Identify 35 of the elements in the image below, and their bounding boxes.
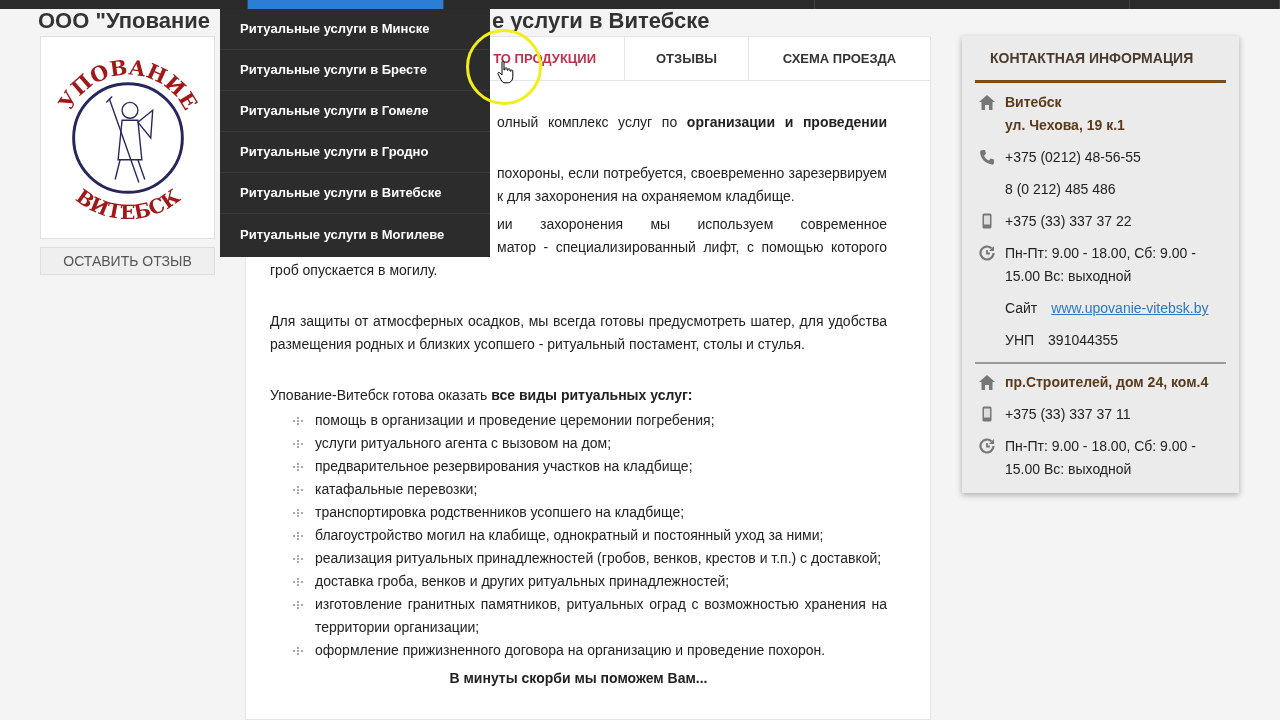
- text-line: похороны, если потребуется, своевременно зарезервируем: [497, 164, 887, 183]
- paragraph: Упование-Витебск готова оказать все виды ритуальных услуг:: [270, 386, 694, 405]
- contact-text: +375 (0212) 48-56-55: [1005, 148, 1141, 167]
- contact-text: +375 (33) 337 37 22: [1005, 212, 1132, 231]
- contact-text: ул. Чехова, 19 к.1: [1005, 116, 1125, 135]
- text-line: гроб опускается в могилу.: [270, 261, 439, 280]
- text-line: олный комплекс услуг по организации и проведении: [497, 113, 887, 132]
- list-item-text: оформление прижизненного договора на организацию и проведение похорон.: [315, 641, 826, 660]
- contact-text: 8 (0 212) 485 486: [1005, 180, 1116, 199]
- list-item-text: изготовление гранитных памятников, ритуальных оград с возможностью хранения на территории организации;: [315, 595, 887, 637]
- contact-text: +375 (33) 337 37 11: [1005, 405, 1131, 424]
- list-item-text: предварительное резервирования участков на кладбище;: [315, 457, 693, 476]
- page-title: е услуги в Витебске: [492, 8, 710, 34]
- paragraph: Для защиты от атмосферных осадков, мы всегда готовы предусмотреть шатер, для удобства размещения родных и близких усопшего - ритуальный постамент, столы и стулья.: [270, 312, 887, 354]
- closing-text: В минуты скорби мы поможем Вам...: [448, 669, 709, 688]
- field-label: Сайт: [1005, 299, 1038, 318]
- contact-text: 391044355: [1048, 331, 1119, 350]
- list-item-text: транспортировка родственников усопшего на кладбище;: [315, 503, 685, 522]
- contact-text: Пн-Пт: 9.00 - 18.00, Сб: 9.00 - 15.00 Вс: выходной: [1005, 437, 1197, 479]
- list-item-text: благоустройство могил на клабище, однократный и постоянный уход за ними;: [315, 526, 824, 545]
- list-item-text: реализация ритуальных принадлежностей (гробов, венков, крестов и т.п.) с доставкой;: [315, 549, 882, 568]
- text-line: к для захоронения на охраняемом кладбище.: [497, 187, 796, 206]
- logo-text: ВИТЕБСК: [71, 183, 184, 224]
- list-item-text: помощь в организации и проведение церемонии погребения;: [315, 411, 715, 430]
- list-item-text: услуги ритуального агента с вызовом на дом;: [315, 434, 612, 453]
- list-item-text: катафальные перевозки;: [315, 480, 478, 499]
- text-line: матор - специализированный лифт, с помощью которого: [497, 238, 887, 257]
- contact-text: Витебск: [1005, 93, 1062, 112]
- panel-heading: КОНТАКТНАЯ ИНФОРМАЦИЯ: [989, 49, 1195, 68]
- list-item-text: доставка гроба, венков и других ритуальных принадлежностей;: [315, 572, 730, 591]
- contact-text: пр.Строителей, дом 24, ком.4: [1005, 373, 1209, 392]
- page-title: ООО "Упование: [38, 8, 210, 34]
- contact-text: Пн-Пт: 9.00 - 18.00, Сб: 9.00 - 15.00 Вс: выходной: [1005, 244, 1197, 286]
- field-label: УНП: [1005, 331, 1035, 350]
- text-line: ии захоронения мы используем современное: [497, 215, 887, 234]
